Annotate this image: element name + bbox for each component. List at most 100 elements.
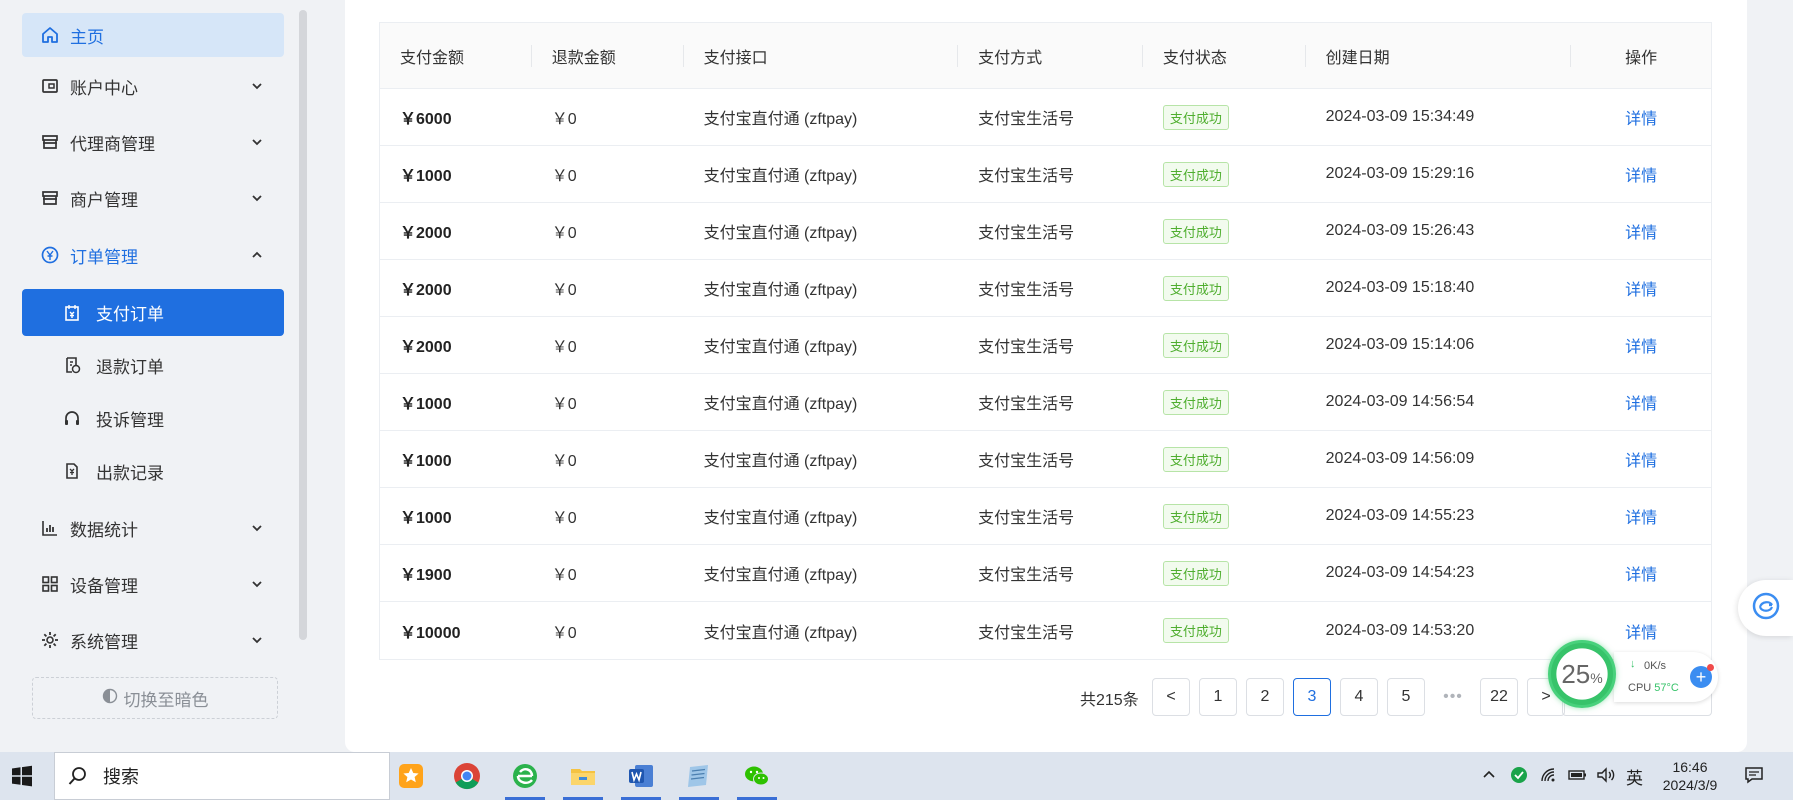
search-icon [67,765,89,787]
taskbar-app-notes[interactable] [674,756,724,800]
sidebar-item-orders[interactable]: 订单管理 [22,233,284,277]
table-row: ￥6000 ￥0 支付宝直付通 (zftpay) 支付宝生活号 支付成功 2024-03-… [380,89,1711,146]
theme-toggle-button[interactable]: 切换至暗色 [32,677,278,719]
sidebar-item-system[interactable]: 系统管理 [22,618,284,662]
status-badge: 支付成功 [1162,218,1229,244]
taskbar-app-explorer[interactable] [558,756,608,800]
wechat-icon [742,761,772,796]
method-cell: 支付宝生活号 [978,567,1075,584]
search-label: 搜索 [103,767,139,787]
pagination-page-2[interactable]: 2 [1246,678,1284,716]
sidebar-item-label: 设备管理 [70,576,138,596]
amount-cell: ￥1000 [400,510,452,527]
refund-cell: ￥0 [551,510,577,527]
chrome-icon [452,761,482,796]
pagination-prev-button[interactable]: < [1152,678,1190,716]
status-badge: 支付成功 [1162,503,1229,529]
detail-link[interactable]: 详情 [1625,219,1657,243]
taskbar-app-word[interactable] [616,756,666,800]
sidebar-item-stats[interactable]: 数据统计 [22,506,284,550]
table-row: ￥2000 ￥0 支付宝直付通 (zftpay) 支付宝生活号 支付成功 2024-03-… [380,317,1711,374]
detail-link[interactable]: 详情 [1625,276,1657,300]
memory-ring: 25% [1548,640,1616,708]
sidebar-item-account[interactable]: 账户中心 [22,64,284,108]
side-assistant-button[interactable] [1738,580,1793,636]
sidebar-item-refund-orders[interactable]: 退款订单 [22,343,284,387]
sidebar-item-pay-orders[interactable]: 支付订单 [22,289,284,336]
sidebar: 主页 账户中心 代理商管理 商户管理 订单管理 支付订单 退款订单 投诉管理 出… [0,0,300,752]
status-badge: 支付成功 [1162,560,1229,586]
plus-button[interactable]: + [1690,664,1714,688]
taskbar-app-chrome[interactable] [442,756,492,800]
windows-start-button[interactable] [10,764,34,793]
status-badge: 支付成功 [1162,275,1229,301]
chevron-down-icon [250,576,264,596]
sidebar-item-label: 出款记录 [96,463,164,483]
taskbar-app-wechat[interactable] [732,756,782,800]
refund-cell: ￥0 [551,111,577,128]
pagination-ellipsis[interactable]: ••• [1434,678,1472,716]
clock-time: 16:46 [1672,759,1708,775]
half-circle-icon [102,688,118,709]
sidebar-scrollbar[interactable] [299,10,307,640]
cpu-monitor-widget[interactable]: ↓ 0K/s CPU 57°C + 25% [1548,640,1720,708]
amount-cell: ￥1000 [400,168,452,185]
refund-cell: ￥0 [551,453,577,470]
battery-icon[interactable] [1568,768,1588,785]
amount-cell: ￥1000 [400,453,452,470]
sidebar-item-payouts[interactable]: 出款记录 [22,449,284,493]
channel-cell: 支付宝直付通 (zftpay) [703,225,858,242]
pagination-page-last[interactable]: 22 [1480,678,1518,716]
sidebar-item-label: 订单管理 [70,247,138,267]
channel-cell: 支付宝直付通 (zftpay) [703,111,858,128]
channel-cell: 支付宝直付通 (zftpay) [703,453,858,470]
pagination-page-1[interactable]: 1 [1199,678,1237,716]
sidebar-item-label: 代理商管理 [70,134,155,154]
date-cell: 2024-03-09 14:53:20 [1325,621,1475,639]
status-badge: 支付成功 [1162,104,1229,130]
refund-cell: ￥0 [551,168,577,185]
pagination-total: 共215条 [1080,692,1139,709]
chevron-down-icon [250,632,264,652]
detail-link[interactable]: 详情 [1625,504,1657,528]
detail-link[interactable]: 详情 [1625,619,1657,643]
detail-link[interactable]: 详情 [1625,390,1657,414]
date-cell: 2024-03-09 14:56:54 [1325,393,1475,410]
sidebar-item-label: 投诉管理 [96,410,164,430]
wifi-icon[interactable] [1540,767,1558,786]
date-cell: 2024-03-09 15:18:40 [1325,279,1475,296]
pagination-page-3[interactable]: 3 [1293,678,1331,716]
detail-link[interactable]: 详情 [1625,333,1657,357]
taskbar-search[interactable]: 搜索 [54,752,390,800]
volume-icon[interactable] [1596,766,1616,786]
notification-center-button[interactable] [1744,752,1764,800]
amount-cell: ￥10000 [400,624,461,642]
detail-link[interactable]: 详情 [1625,561,1657,585]
refund-cell: ￥0 [551,225,577,242]
taskbar-app-browser[interactable] [500,756,550,800]
amount-cell: ￥2000 [400,225,452,242]
chevron-up-icon [250,247,264,267]
antivirus-tray-icon[interactable] [1510,766,1528,787]
sidebar-item-complaints[interactable]: 投诉管理 [22,396,284,440]
sidebar-item-agent[interactable]: 代理商管理 [22,120,284,164]
sidebar-item-label: 商户管理 [70,190,138,210]
method-cell: 支付宝生活号 [978,453,1075,470]
notes-app-icon [684,761,714,796]
detail-link[interactable]: 详情 [1625,447,1657,471]
amount-cell: ￥1000 [400,396,452,413]
sidebar-item-merchant[interactable]: 商户管理 [22,176,284,220]
ime-indicator[interactable]: 英 [1626,764,1643,789]
taskbar-app-star[interactable] [386,756,436,800]
chevron-up-icon[interactable] [1482,768,1496,785]
pagination-page-4[interactable]: 4 [1340,678,1378,716]
detail-link[interactable]: 详情 [1625,105,1657,129]
sidebar-item-home[interactable]: 主页 [22,13,284,57]
detail-link[interactable]: 详情 [1625,162,1657,186]
star-app-icon [397,762,425,795]
net-speed: 0K/s [1644,660,1667,672]
sidebar-item-devices[interactable]: 设备管理 [22,562,284,606]
pagination-page-5[interactable]: 5 [1387,678,1425,716]
taskbar-clock[interactable]: 16:46 2024/3/9 [1650,758,1730,794]
refund-cell: ￥0 [551,339,577,356]
